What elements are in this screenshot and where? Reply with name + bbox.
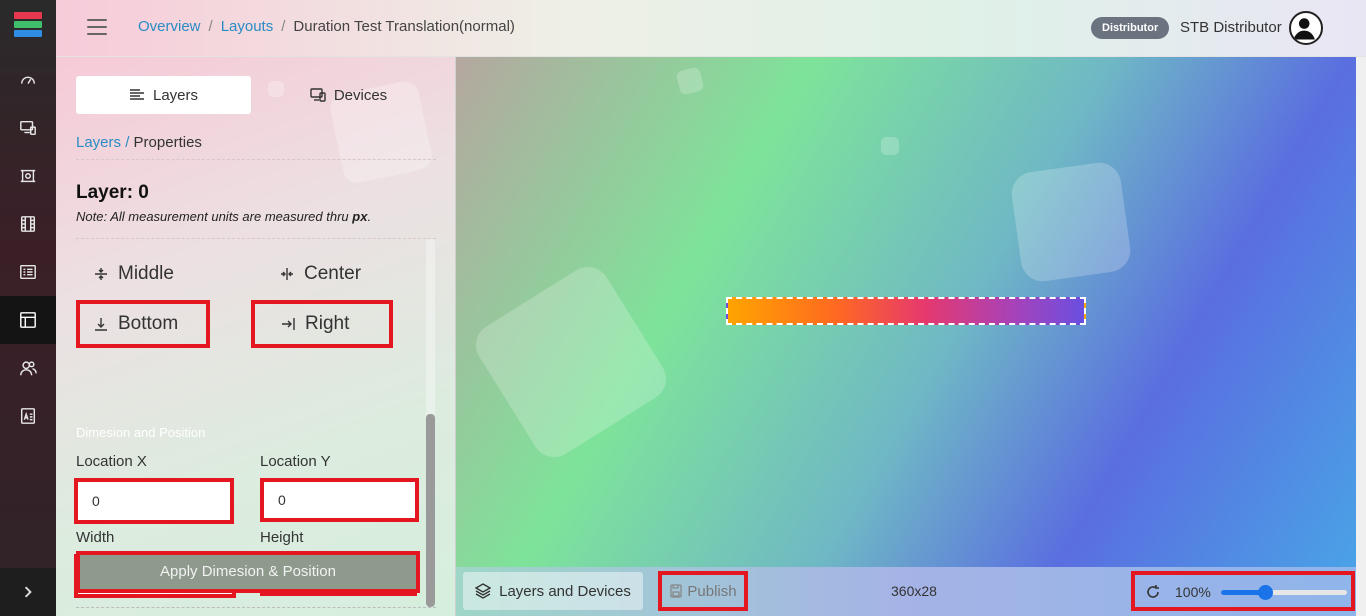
zoom-level: 100% [1175, 584, 1211, 600]
canvas-toolbar: Layers and Devices Publish 360x28 100% [456, 567, 1356, 616]
panel-tabs: Layers Devices [76, 76, 436, 114]
zoom-slider[interactable] [1221, 585, 1347, 600]
breadcrumb-current: Duration Test Translation(normal) [293, 18, 515, 35]
breadcrumb-separator: / [281, 18, 286, 35]
media-icon[interactable] [0, 152, 56, 200]
publish-label: Publish [687, 582, 737, 600]
panel-breadcrumb-layers[interactable]: Layers [76, 134, 121, 151]
align-middle-label: Middle [118, 263, 174, 284]
align-bottom-icon [95, 318, 107, 331]
location-y-label: Location Y [260, 453, 331, 470]
chevron-right-icon[interactable] [0, 568, 56, 616]
apply-dimension-button[interactable]: Apply Dimesion & Position [76, 551, 420, 593]
properties-panel: Layers Devices Layers / Properties Layer… [56, 57, 456, 616]
panel-breadcrumb: Layers / Properties [76, 134, 202, 151]
breadcrumb-separator: / [208, 18, 213, 35]
right-edge [1356, 57, 1366, 616]
users-icon[interactable] [0, 344, 56, 392]
scrollbar-thumb[interactable] [426, 414, 435, 607]
dashboard-icon[interactable] [0, 56, 56, 104]
reset-zoom-icon[interactable] [1145, 584, 1161, 600]
background-decoration [881, 137, 899, 155]
units-note-end: . [367, 209, 372, 224]
top-bar: Overview / Layouts / Duration Test Translati… [56, 0, 1366, 57]
units-note: Note: All measurement units are measured… [76, 209, 371, 224]
section-label: Dimesion and Position [76, 425, 206, 440]
align-right-button[interactable]: Right [251, 300, 393, 348]
background-decoration [1008, 159, 1134, 285]
panel-breadcrumb-current: Properties [133, 134, 202, 151]
devices-icon[interactable] [0, 104, 56, 152]
role-badge: Distributor [1091, 17, 1170, 39]
layer-title: Layer: 0 [76, 182, 149, 203]
zoom-slider-thumb[interactable] [1258, 585, 1273, 600]
background-decoration [675, 66, 705, 96]
tab-devices[interactable]: Devices [261, 76, 436, 114]
height-label: Height [260, 529, 304, 546]
left-rail [0, 0, 56, 616]
align-middle-icon [95, 268, 107, 280]
lines-icon [129, 89, 144, 100]
username[interactable]: STB Distributor [1180, 19, 1282, 36]
devices-icon [310, 88, 326, 102]
layer-0-element[interactable] [726, 297, 1086, 325]
background-decoration [467, 258, 675, 466]
units-note-text: Note: All measurement units are measured… [76, 209, 353, 224]
align-middle-button[interactable]: Middle [94, 254, 174, 294]
user-icon [1293, 18, 1315, 40]
location-x-label: Location X [76, 453, 147, 470]
video-icon[interactable] [0, 200, 56, 248]
layout-canvas[interactable] [456, 57, 1356, 567]
save-icon [670, 584, 683, 598]
align-bottom-label: Bottom [118, 313, 179, 334]
avatar[interactable] [1289, 11, 1323, 45]
divider [76, 159, 436, 160]
units-note-unit: px [352, 209, 368, 224]
align-right-icon [282, 318, 295, 330]
tab-layers[interactable]: Layers [76, 76, 251, 114]
align-center-button[interactable]: Center [280, 254, 361, 294]
align-right-label: Right [305, 313, 350, 334]
zoom-controls: 100% [1131, 571, 1355, 611]
breadcrumb: Overview / Layouts / Duration Test Translati… [138, 18, 515, 35]
layers-and-devices-button[interactable]: Layers and Devices [463, 572, 643, 610]
align-center-label: Center [304, 263, 362, 284]
tab-layers-label: Layers [152, 86, 199, 104]
layers-and-devices-label: Layers and Devices [499, 582, 631, 600]
layer-dimensions: 360x28 [891, 583, 937, 599]
menu-icon[interactable] [87, 19, 107, 35]
divider [76, 607, 436, 608]
align-center-icon [281, 268, 293, 280]
content-icon[interactable] [0, 248, 56, 296]
breadcrumb-layouts[interactable]: Layouts [221, 18, 274, 35]
width-label: Width [76, 529, 115, 546]
publish-button[interactable]: Publish [658, 571, 748, 611]
panel-breadcrumb-separator: / [125, 134, 130, 151]
tab-devices-label: Devices [333, 86, 388, 104]
align-bottom-button[interactable]: Bottom [76, 300, 210, 348]
location-x-input[interactable]: 0 [74, 478, 234, 524]
breadcrumb-overview[interactable]: Overview [138, 18, 201, 35]
reports-icon[interactable] [0, 392, 56, 440]
stack-icon [475, 583, 492, 599]
location-y-input[interactable]: 0 [260, 478, 419, 522]
layout-icon[interactable] [0, 296, 56, 344]
app-logo[interactable] [14, 12, 42, 44]
